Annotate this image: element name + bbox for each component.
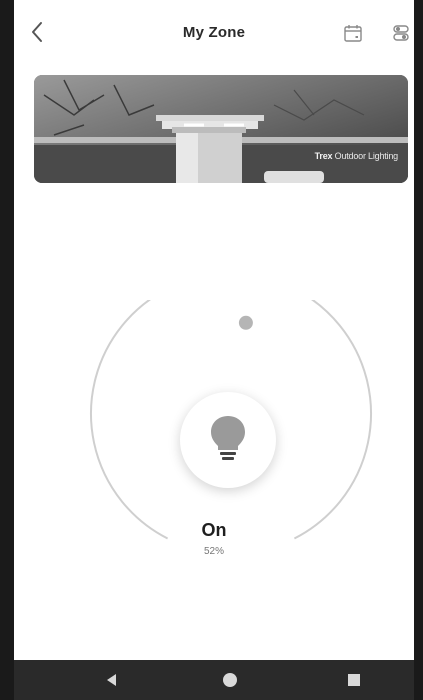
calendar-icon [344, 25, 362, 42]
circle-home-icon [223, 673, 237, 687]
brightness-level-label: 52% [203, 546, 224, 557]
chevron-left-icon [32, 22, 42, 42]
app-screen: My Zone Trex Outdoor Lighting On 52% [0, 0, 423, 700]
post-cap-photo [34, 75, 408, 183]
toggle-settings-icon [393, 25, 409, 41]
schedule-button[interactable] [342, 22, 364, 44]
nav-home-button[interactable] [210, 660, 250, 700]
triangle-back-icon [107, 674, 116, 686]
brand-logo-text: Trex Outdoor Lighting [314, 151, 399, 161]
back-button[interactable] [24, 18, 52, 46]
lightbulb-icon [211, 416, 245, 460]
nav-back-button[interactable] [92, 660, 132, 700]
square-recents-icon [348, 674, 360, 686]
power-state-label: On [201, 520, 227, 540]
system-nav-bar [14, 660, 414, 700]
nav-recents-button[interactable] [334, 660, 374, 700]
dial-knob[interactable] [238, 315, 253, 330]
zone-banner-image: Trex Outdoor Lighting [34, 75, 408, 183]
settings-button[interactable] [390, 22, 412, 44]
top-bar: My Zone [14, 0, 414, 64]
power-toggle-button[interactable] [180, 392, 276, 488]
